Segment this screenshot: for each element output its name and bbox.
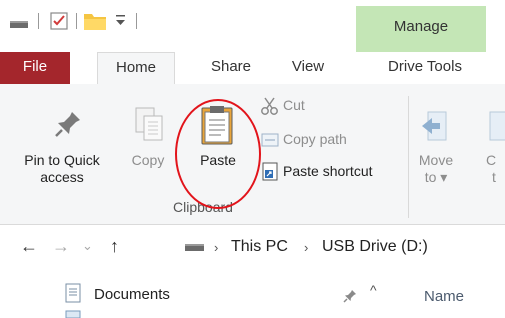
pin-label-1[interactable]: Pin to Quick bbox=[0, 152, 124, 169]
drive-icon[interactable] bbox=[8, 12, 30, 32]
move-to-label-2[interactable]: to ▾ bbox=[412, 169, 460, 186]
tab-share[interactable]: Share bbox=[196, 52, 266, 84]
up-arrow-icon[interactable]: ↑ bbox=[110, 236, 119, 257]
recent-locations-chevron-icon[interactable]: ⌄ bbox=[82, 238, 93, 254]
tab-file[interactable]: File bbox=[0, 52, 70, 84]
breadcrumb-separator-icon[interactable]: › bbox=[304, 240, 308, 255]
highlight-circle bbox=[175, 99, 261, 209]
breadcrumb-usb-drive[interactable]: USB Drive (D:) bbox=[322, 238, 428, 256]
copy-path-icon[interactable] bbox=[260, 131, 280, 149]
next-item-icon-partial bbox=[65, 310, 81, 318]
tab-view[interactable]: View bbox=[278, 52, 338, 84]
move-to-label-1[interactable]: Move bbox=[412, 152, 460, 169]
cut-icon[interactable] bbox=[260, 96, 280, 116]
tab-home[interactable]: Home bbox=[97, 52, 175, 85]
copy-path-label[interactable]: Copy path bbox=[283, 131, 347, 148]
manage-context-label: Manage bbox=[393, 18, 449, 35]
copy-label[interactable]: Copy bbox=[128, 152, 168, 169]
collapse-chevron-icon[interactable]: ^ bbox=[370, 282, 377, 298]
cut-label[interactable]: Cut bbox=[283, 97, 305, 114]
copy-icon[interactable] bbox=[132, 104, 166, 144]
pin-icon[interactable] bbox=[52, 108, 84, 140]
tab-drive-tools[interactable]: Drive Tools bbox=[365, 52, 485, 84]
properties-check-icon[interactable] bbox=[48, 10, 70, 32]
forward-arrow-icon[interactable]: → bbox=[52, 236, 70, 257]
qa-separator bbox=[76, 13, 77, 29]
qa-separator bbox=[136, 13, 137, 29]
new-folder-icon[interactable] bbox=[82, 9, 108, 33]
back-arrow-icon[interactable]: ← bbox=[20, 236, 38, 257]
copy-to-label-1[interactable]: C bbox=[486, 152, 496, 169]
breadcrumb-this-pc[interactable]: This PC bbox=[231, 238, 288, 256]
move-to-icon[interactable] bbox=[420, 110, 450, 144]
nav-item-documents[interactable]: Documents bbox=[94, 286, 170, 303]
breadcrumb-separator-icon[interactable]: › bbox=[214, 240, 218, 255]
group-separator bbox=[408, 96, 409, 218]
customize-qa-icon[interactable] bbox=[114, 12, 128, 30]
column-header-name[interactable]: Name bbox=[424, 288, 464, 305]
drive-breadcrumb-icon bbox=[185, 244, 204, 251]
pinned-icon bbox=[343, 290, 356, 303]
paste-shortcut-label[interactable]: Paste shortcut bbox=[283, 163, 373, 180]
qa-separator bbox=[38, 13, 39, 29]
paste-shortcut-icon[interactable] bbox=[260, 161, 280, 181]
pin-label-2[interactable]: access bbox=[0, 169, 124, 186]
documents-icon bbox=[65, 283, 81, 303]
copy-to-label-2[interactable]: t bbox=[492, 169, 496, 186]
copy-to-icon[interactable] bbox=[488, 110, 505, 144]
